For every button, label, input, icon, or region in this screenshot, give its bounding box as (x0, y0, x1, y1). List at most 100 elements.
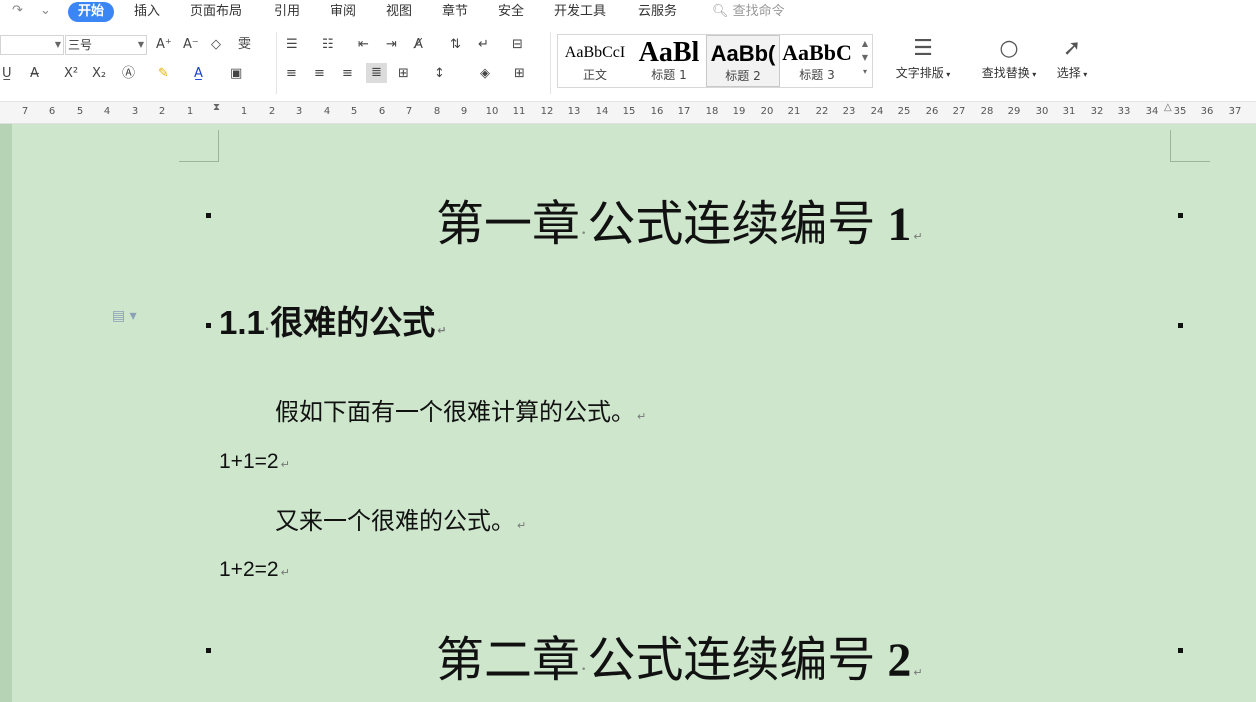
expand-icon[interactable]: ▾ (863, 67, 867, 76)
horizontal-ruler[interactable]: 7 6 5 4 3 2 1 ⧗ 1 2 3 4 5 6 7 8 9 10 11 … (0, 102, 1256, 124)
tab-security[interactable]: 安全 (498, 2, 524, 22)
show-hide-marks-icon[interactable]: ↵ (478, 36, 489, 54)
font-name-select[interactable]: ▼ (0, 35, 64, 55)
chevron-down-icon: ▼ (54, 40, 61, 49)
clear-format-icon[interactable]: ◇ (211, 36, 221, 54)
formula-line[interactable]: 1+1=2 ↵ (219, 450, 290, 474)
ruler-tick: 18 (705, 106, 719, 117)
ruler-tick: 12 (540, 106, 554, 117)
ruler-tick: 1 (240, 106, 248, 117)
increase-indent-icon[interactable]: ⇥ (386, 36, 397, 54)
style-normal[interactable]: AaBbCcI 正文 (558, 35, 632, 87)
margin-corner-top-right (1170, 130, 1210, 162)
character-border-icon[interactable]: ▣ (230, 65, 242, 83)
search-icon: 🔍︎ (712, 4, 729, 19)
find-replace-button[interactable]: ○ 查找替换 ▾ (974, 34, 1044, 81)
underline-icon[interactable]: U̲ (2, 65, 12, 83)
text-effect-icon[interactable]: Ⓐ (122, 65, 135, 83)
style-heading-1[interactable]: AaBl 标题 1 (632, 35, 706, 87)
body-paragraph[interactable]: 假如下面有一个很难计算的公式。 ↵ (275, 392, 646, 427)
styles-scroll[interactable]: ▲ ▼ ▾ (860, 37, 870, 79)
align-left-icon[interactable]: ≡ (286, 65, 297, 83)
divider (550, 32, 551, 94)
ruler-tick: 10 (485, 106, 499, 117)
command-search[interactable]: 🔍︎ 查找命令 (712, 2, 785, 22)
font-color-icon[interactable]: A̲ (194, 65, 203, 83)
tab-page-layout[interactable]: 页面布局 (190, 2, 242, 22)
list-marker (206, 213, 211, 218)
ruler-tick: 9 (460, 106, 468, 117)
phonetic-guide-icon[interactable]: 雯 (238, 36, 251, 54)
chevron-up-icon[interactable]: ▲ (862, 39, 868, 48)
chinese-layout-icon[interactable]: A̸ (414, 36, 423, 54)
list-marker (206, 323, 211, 328)
superscript-icon[interactable]: X² (64, 65, 78, 83)
font-size-select[interactable]: 三号 ▼ (65, 35, 147, 55)
strikethrough-icon[interactable]: A̶ (30, 65, 39, 83)
highlight-icon[interactable]: ✎ (158, 65, 169, 83)
document-page[interactable]: 第一章·公式连续编号 1 ↵ ▤ ▾ 1.1·很难的公式 ↵ 假如下面有一个很难计算… (0, 124, 1256, 702)
ruler-tick: 24 (870, 106, 884, 117)
ruler-tick: 3 (131, 106, 139, 117)
ruler-tick: 36 (1200, 106, 1214, 117)
page-left-edge (0, 124, 12, 702)
distributed-align-icon[interactable]: ⊞ (398, 65, 409, 83)
font-shrink-icon[interactable]: A⁻ (183, 36, 199, 54)
tab-home[interactable]: 开始 (68, 2, 115, 22)
ruler-tick: 30 (1035, 106, 1049, 117)
paragraph-layout-icon[interactable]: ▤ ▾ (112, 308, 137, 324)
align-right-icon[interactable]: ≡ (342, 65, 353, 83)
tab-view[interactable]: 视图 (386, 2, 412, 22)
ruler-tick: 2 (268, 106, 276, 117)
style-heading-3[interactable]: AaBbC 标题 3 (780, 35, 854, 87)
tab-cloud-service[interactable]: 云服务 (638, 2, 677, 22)
ruler-tick: 21 (787, 106, 801, 117)
quick-access-dropdown-icon[interactable]: ⌄ (40, 3, 51, 18)
bullet-list-icon[interactable]: ☰ (286, 36, 298, 54)
chevron-down-icon[interactable]: ▼ (862, 53, 868, 62)
numbered-list-icon[interactable]: ☷ (322, 36, 334, 54)
tab-stops-icon[interactable]: ⊟ (512, 36, 523, 54)
body-paragraph[interactable]: 又来一个很难的公式。 ↵ (275, 501, 526, 536)
redo-icon[interactable]: ↷ (12, 3, 23, 18)
ruler-tick: 8 (433, 106, 441, 117)
ruler-tick: 15 (622, 106, 636, 117)
formula-line[interactable]: 1+2=2 ↵ (219, 558, 290, 582)
tab-developer-tools[interactable]: 开发工具 (554, 2, 606, 22)
ruler-tick: 6 (378, 106, 386, 117)
ruler-tick: 2 (158, 106, 166, 117)
ruler-tick: 6 (48, 106, 56, 117)
tab-references[interactable]: 引用 (274, 2, 300, 22)
select-button[interactable]: ➚ 选择 ▾ (1050, 34, 1094, 81)
ruler-tick: 3 (295, 106, 303, 117)
justify-icon[interactable]: ≣ (366, 63, 387, 83)
borders-icon[interactable]: ⊞ (514, 65, 525, 83)
section-heading[interactable]: 1.1·很难的公式 ↵ (219, 296, 446, 344)
ruler-tick: 14 (595, 106, 609, 117)
subscript-icon[interactable]: X₂ (92, 65, 106, 83)
divider (276, 32, 277, 94)
tab-chapter[interactable]: 章节 (442, 2, 468, 22)
sort-icon[interactable]: ⇅ (450, 36, 461, 54)
text-layout-button[interactable]: ☰ 文字排版 ▾ (888, 34, 958, 81)
search-icon: ○ (999, 36, 1019, 61)
tab-review[interactable]: 审阅 (330, 2, 356, 22)
menu-bar: ↷ ⌄ 开始 插入 页面布局 引用 审阅 视图 章节 安全 开发工具 云服务 🔍… (0, 0, 1256, 24)
line-spacing-icon[interactable]: ↕ (434, 65, 445, 83)
list-marker (1178, 323, 1183, 328)
ruler-tick: 33 (1117, 106, 1131, 117)
chapter-heading[interactable]: 第一章·公式连续编号 1 ↵ (436, 184, 923, 254)
shading-icon[interactable]: ◈ (480, 65, 490, 83)
style-heading-2[interactable]: AaBb( 标题 2 (706, 35, 780, 87)
chapter-heading[interactable]: 第二章·公式连续编号 2 ↵ (436, 620, 923, 690)
indent-marker-icon[interactable]: ⧗ (213, 102, 220, 113)
ruler-tick: 4 (103, 106, 111, 117)
ruler-tick: 17 (677, 106, 691, 117)
align-center-icon[interactable]: ≡ (314, 65, 325, 83)
list-marker (1178, 648, 1183, 653)
ruler-tick: 13 (567, 106, 581, 117)
decrease-indent-icon[interactable]: ⇤ (358, 36, 369, 54)
ruler-tick: 25 (897, 106, 911, 117)
tab-insert[interactable]: 插入 (134, 2, 160, 22)
font-grow-icon[interactable]: A⁺ (156, 36, 172, 54)
